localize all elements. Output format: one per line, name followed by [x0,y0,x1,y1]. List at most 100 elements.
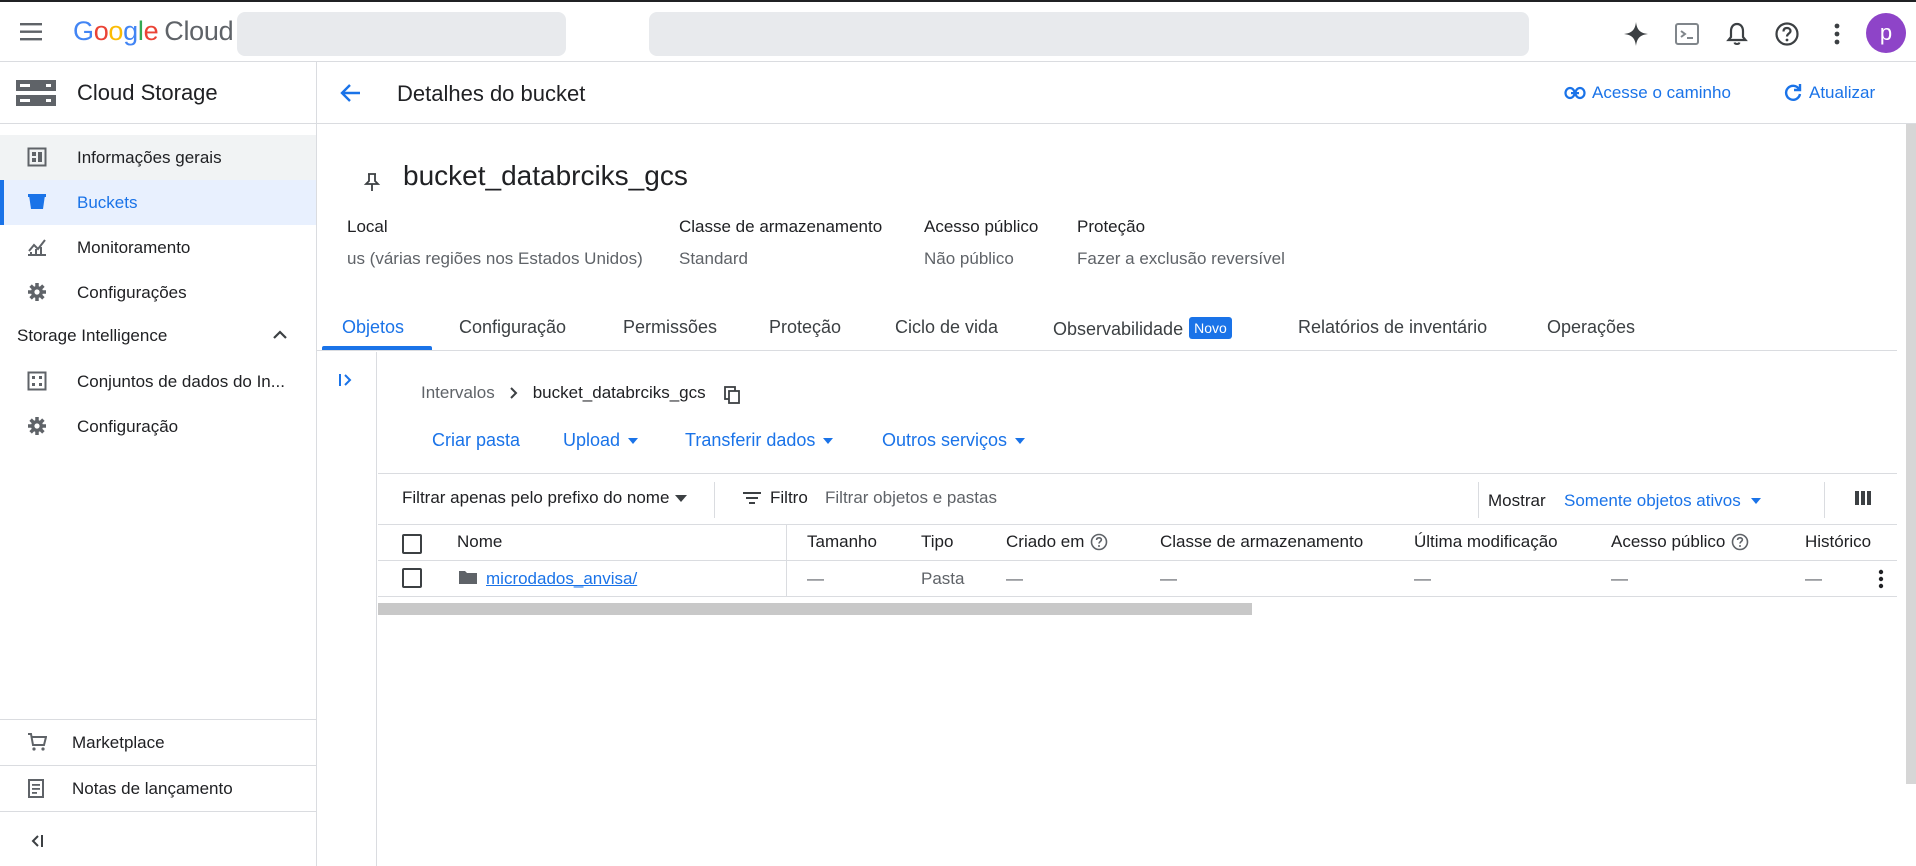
tab-protection[interactable]: Proteção [769,317,841,338]
column-header-type[interactable]: Tipo [921,532,953,552]
new-badge: Novo [1189,317,1232,339]
cell-public-access: — [1611,569,1628,588]
show-label: Mostrar [1488,491,1546,510]
column-header-public-access[interactable]: Acesso público [1611,532,1749,552]
row-more-options-icon[interactable] [1878,569,1884,589]
sidebar-item-label: Monitoramento [77,238,191,257]
tab-inventory-reports[interactable]: Relatórios de inventário [1298,317,1487,338]
sidebar-item-monitoring[interactable]: Monitoramento [0,225,316,270]
horizontal-scrollbar[interactable] [378,603,1252,615]
sidebar-item-release-notes[interactable]: Notas de lançamento [0,766,316,811]
prefix-filter-dropdown[interactable]: Filtrar apenas pelo prefixo do nome [402,488,688,508]
cloud-shell-icon[interactable] [1672,19,1702,49]
cell-type: Pasta [921,569,965,588]
sidebar: Cloud Storage Informações gerais Buckets… [0,62,317,866]
cell-modified: — [1414,569,1431,588]
tab-objects[interactable]: Objetos [342,317,404,338]
column-label: Classe de armazenamento [1160,532,1364,551]
select-all-checkbox[interactable] [402,534,422,554]
storage-intelligence-section-title[interactable]: Storage Intelligence [17,326,167,346]
sidebar-item-marketplace[interactable]: Marketplace [0,720,316,765]
column-label: Última modificação [1414,532,1558,551]
meta-key: Local [347,217,388,236]
help-circle-icon[interactable] [1090,533,1108,551]
sidebar-item-overview[interactable]: Informações gerais [0,135,316,180]
tab-operations[interactable]: Operações [1547,317,1635,338]
access-path-button[interactable]: Acesse o caminho [1564,83,1731,103]
breadcrumb-current: bucket_databrciks_gcs [532,383,706,402]
account-avatar[interactable]: p [1866,13,1906,53]
notifications-bell-icon[interactable] [1722,19,1752,49]
pin-icon[interactable] [363,172,381,192]
folder-tree-panel [317,352,377,866]
caret-down-icon [675,494,688,502]
tab-lifecycle[interactable]: Ciclo de vida [895,317,998,338]
upload-button[interactable]: Upload [563,430,639,451]
tab-permissions[interactable]: Permissões [623,317,717,338]
project-selector[interactable] [237,12,566,56]
column-header-last-modified[interactable]: Última modificação [1414,532,1558,552]
column-header-size[interactable]: Tamanho [807,532,877,552]
vertical-scrollbar[interactable] [1906,124,1916,784]
column-label: Criado em [1006,532,1085,551]
column-header-name[interactable]: Nome [457,532,502,552]
chevron-up-icon[interactable] [272,329,288,341]
search-input[interactable] [649,12,1529,56]
meta-value: Não público [924,249,1014,268]
other-services-button[interactable]: Outros serviços [882,430,1026,451]
main-menu-icon[interactable] [18,20,46,44]
tab-label: Ciclo de vida [895,317,999,337]
sidebar-item-buckets[interactable]: Buckets [0,180,316,225]
breadcrumb-root[interactable]: Intervalos [421,383,495,403]
other-services-label: Outros serviços [882,430,1008,450]
expand-panel-icon[interactable] [337,372,355,388]
bucket-icon [27,192,47,212]
show-objects-value: Somente objetos ativos [1564,491,1741,510]
active-tab-indicator [322,346,432,350]
filter-input[interactable]: Filtrar objetos e pastas [825,488,997,508]
transfer-label: Transferir dados [685,430,816,450]
column-label: Histórico [1805,532,1872,551]
help-icon[interactable] [1772,19,1802,49]
tab-configuration[interactable]: Configuração [459,317,566,338]
top-bar: Google Cloud p [0,0,1916,62]
column-header-history[interactable]: Histórico [1805,532,1897,552]
meta-key: Acesso público [924,217,1039,236]
meta-key: Proteção [1077,217,1146,236]
meta-location: Local us (várias regiões nos Estados Uni… [347,217,643,269]
upload-label: Upload [563,430,621,450]
column-header-created[interactable]: Criado em [1006,532,1108,552]
sidebar-item-settings[interactable]: Configurações [0,270,316,315]
column-display-icon[interactable] [1854,490,1872,506]
sidebar-item-label: Configuração [77,417,179,436]
product-title[interactable]: Cloud Storage [77,80,218,106]
tab-label: Proteção [769,317,842,337]
table-row[interactable]: microdados_anvisa/ — Pasta — — — — — [378,561,1897,597]
back-arrow-icon[interactable] [339,81,363,105]
gemini-sparkle-icon[interactable] [1621,19,1651,49]
show-objects-select[interactable]: Somente objetos ativos [1564,491,1761,511]
copy-icon[interactable] [723,386,740,404]
meta-value: Standard [679,249,748,268]
meta-public-access: Acesso público Não público [924,217,1038,269]
link-icon [1564,86,1586,100]
object-name-link[interactable]: microdados_anvisa/ [486,569,637,589]
refresh-button[interactable]: Atualizar [1783,83,1875,103]
sidebar-item-label: Configurações [77,283,187,302]
filter-button[interactable]: Filtro [742,488,808,508]
transfer-data-button[interactable]: Transferir dados [685,430,834,451]
google-cloud-logo[interactable]: Google Cloud [73,16,234,47]
column-divider [786,561,787,597]
gear-icon [27,282,47,302]
tab-observability[interactable]: Observabilidade Novo [1053,317,1232,340]
collapse-sidebar-icon[interactable] [28,833,46,849]
help-circle-icon[interactable] [1731,533,1749,551]
bucket-name: bucket_databrciks_gcs [403,160,688,191]
divider [1478,482,1479,518]
sidebar-item-configuration[interactable]: Configuração [0,404,316,449]
create-folder-button[interactable]: Criar pasta [432,430,520,451]
sidebar-item-datasets[interactable]: Conjuntos de dados do In... [0,359,316,404]
more-options-icon[interactable] [1822,19,1852,49]
column-header-storage-class[interactable]: Classe de armazenamento [1160,532,1363,552]
row-checkbox[interactable] [402,568,422,588]
